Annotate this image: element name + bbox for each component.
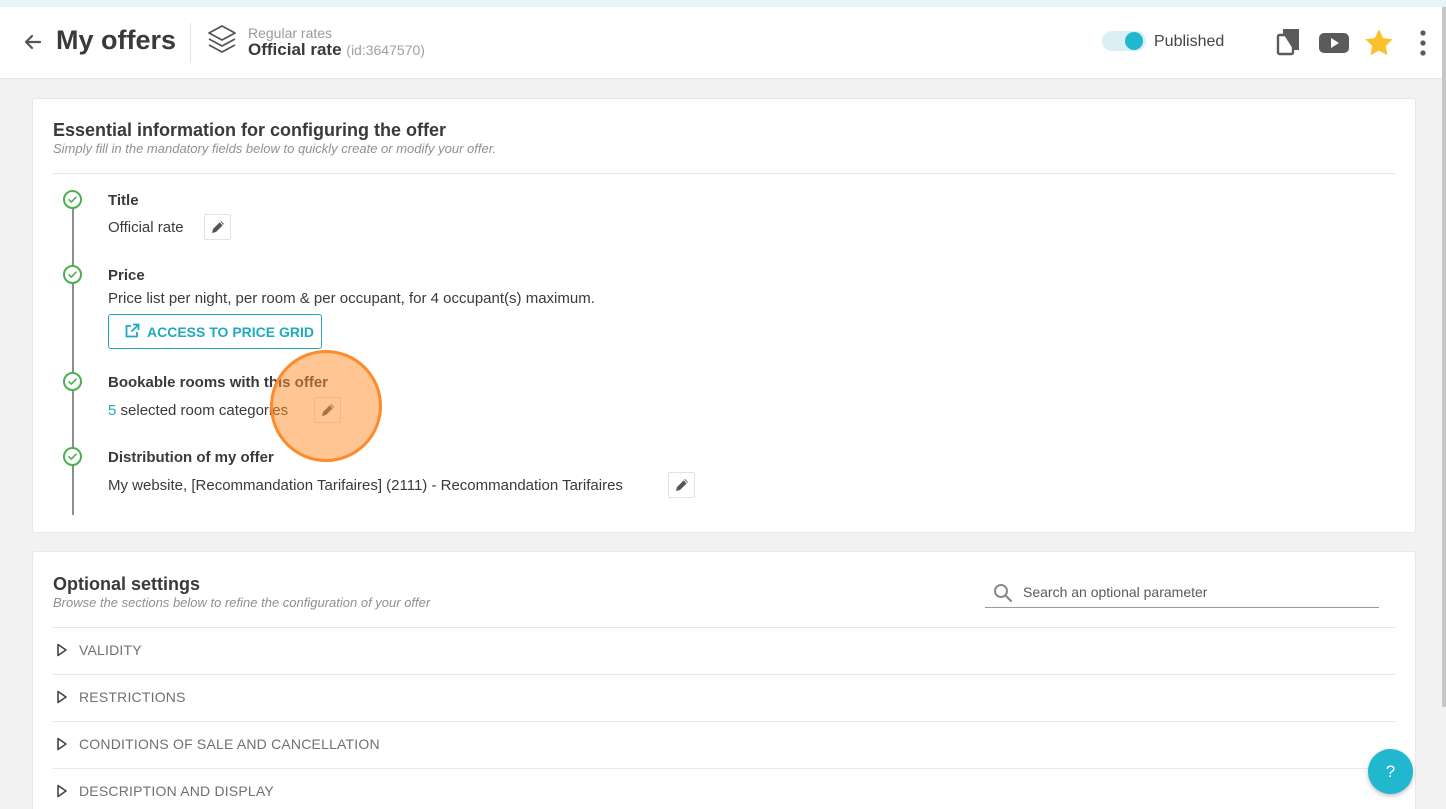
optional-search <box>985 576 1379 608</box>
section-restrictions[interactable]: RESTRICTIONS <box>53 674 1395 721</box>
section-validity-label: VALIDITY <box>79 642 142 658</box>
section-conditions[interactable]: CONDITIONS OF SALE AND CANCELLATION <box>53 721 1395 768</box>
check-circle-icon <box>63 447 82 466</box>
triangle-right-icon <box>57 690 67 704</box>
page-scrollbar[interactable] <box>1442 7 1446 707</box>
step-price-value: Price list per night, per room & per occ… <box>108 290 595 307</box>
essential-info-card: Essential information for configuring th… <box>32 98 1416 533</box>
layers-icon <box>206 23 238 62</box>
external-link-icon <box>125 323 140 338</box>
room-count-text: selected room categories <box>120 402 289 419</box>
section-description[interactable]: DESCRIPTION AND DISPLAY <box>53 768 1395 809</box>
section-validity[interactable]: VALIDITY <box>53 627 1395 674</box>
pencil-icon <box>212 221 224 233</box>
triangle-right-icon <box>57 784 67 798</box>
triangle-right-icon <box>57 737 67 751</box>
rate-id: (id:3647570) <box>346 42 425 58</box>
optional-search-input[interactable] <box>1023 581 1363 603</box>
essential-subtitle: Simply fill in the mandatory fields belo… <box>53 141 497 156</box>
card-divider <box>53 173 1395 174</box>
page-title: My offers <box>56 25 177 55</box>
rate-category: Regular rates <box>248 25 333 41</box>
section-description-label: DESCRIPTION AND DISPLAY <box>79 783 274 799</box>
more-vertical-icon[interactable] <box>1418 29 1428 62</box>
check-circle-icon <box>63 372 82 391</box>
click-highlight <box>270 350 382 462</box>
edit-title-button[interactable] <box>204 214 231 240</box>
edit-distribution-button[interactable] <box>668 472 695 498</box>
pencil-icon <box>676 479 688 491</box>
section-restrictions-label: RESTRICTIONS <box>79 689 186 705</box>
access-price-grid-button[interactable]: ACCESS TO PRICE GRID <box>108 314 322 349</box>
step-distribution-label: Distribution of my offer <box>108 449 274 466</box>
access-price-grid-label: ACCESS TO PRICE GRID <box>147 324 314 340</box>
step-rooms-value: 5 selected room categories <box>108 402 288 419</box>
step-distribution-value: My website, [Recommandation Tarifaires] … <box>108 477 623 494</box>
published-label: Published <box>1154 33 1225 50</box>
rate-name-text: Official rate <box>248 40 342 59</box>
toggle-knob <box>1125 32 1143 50</box>
star-icon[interactable] <box>1364 28 1394 62</box>
header-divider <box>190 23 191 63</box>
essential-title: Essential information for configuring th… <box>53 120 447 140</box>
step-title-value: Official rate <box>108 219 184 236</box>
youtube-icon[interactable] <box>1318 31 1350 60</box>
help-button[interactable]: ? <box>1368 749 1413 794</box>
search-icon <box>994 584 1013 603</box>
optional-settings-card: Optional settings Browse the sections be… <box>32 551 1416 809</box>
arrow-left-icon[interactable] <box>20 27 46 57</box>
optional-title: Optional settings <box>53 574 201 594</box>
section-conditions-label: CONDITIONS OF SALE AND CANCELLATION <box>79 736 380 752</box>
triangle-right-icon <box>57 643 67 657</box>
published-toggle[interactable] <box>1102 29 1146 53</box>
step-title-label: Title <box>108 192 139 209</box>
rate-name: Official rate (id:3647570) <box>248 40 425 60</box>
copy-icon[interactable] <box>1276 27 1302 62</box>
check-circle-icon <box>63 190 82 209</box>
optional-subtitle: Browse the sections below to refine the … <box>53 595 431 610</box>
top-strip <box>0 0 1446 7</box>
room-count-link[interactable]: 5 <box>108 402 116 419</box>
steps-timeline <box>72 201 74 515</box>
check-circle-icon <box>63 265 82 284</box>
step-price-label: Price <box>108 267 145 284</box>
page-header: My offers Regular rates Official rate (i… <box>0 7 1442 79</box>
